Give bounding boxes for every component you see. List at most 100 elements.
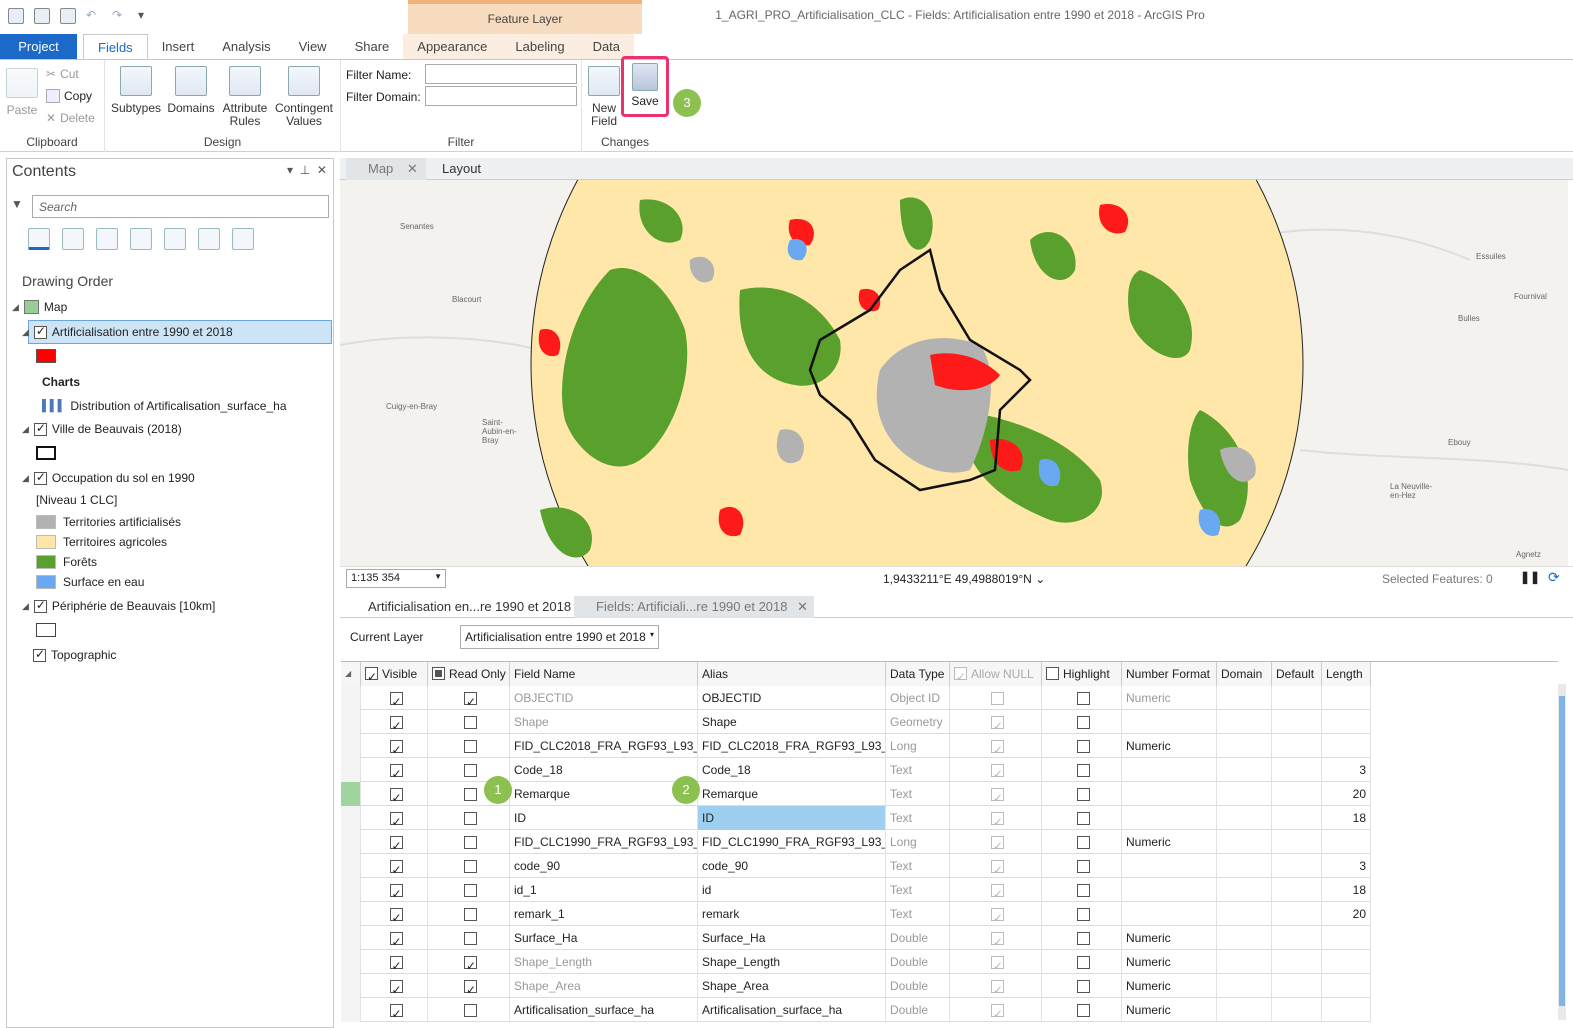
field-cell[interactable]: FID_CLC2018_FRA_RGF93_L93_Oise — [510, 734, 698, 758]
layer-visibility-checkbox[interactable] — [33, 470, 47, 485]
field-cell[interactable] — [1217, 926, 1272, 950]
field-cell[interactable] — [1217, 950, 1272, 974]
field-cell[interactable] — [950, 878, 1042, 902]
field-cell[interactable] — [1217, 806, 1272, 830]
field-cell[interactable] — [1272, 734, 1322, 758]
checkbox[interactable] — [389, 738, 403, 758]
field-cell[interactable] — [1217, 878, 1272, 902]
checkbox[interactable] — [389, 906, 403, 926]
field-cell[interactable] — [361, 686, 428, 710]
checkbox[interactable] — [389, 858, 403, 878]
field-cell[interactable] — [1217, 902, 1272, 926]
field-cell[interactable]: Shape_Length — [698, 950, 886, 974]
scrollbar-thumb[interactable] — [1559, 696, 1565, 1006]
field-cell[interactable]: Object ID — [886, 686, 950, 710]
field-cell[interactable]: code_90 — [698, 854, 886, 878]
checkbox[interactable] — [991, 692, 1004, 705]
checkbox[interactable] — [389, 834, 403, 854]
checkbox[interactable] — [1077, 1004, 1090, 1017]
field-cell[interactable] — [1042, 782, 1122, 806]
tree-layer-artificialisation[interactable]: ◢Artificialisation entre 1990 et 2018 — [22, 324, 233, 340]
field-cell[interactable]: Shape — [510, 710, 698, 734]
field-cell[interactable]: FID_CLC1990_FRA_RGF93_L93_Oise — [510, 830, 698, 854]
field-cell[interactable]: Numeric — [1122, 998, 1217, 1022]
field-cell[interactable] — [1272, 710, 1322, 734]
field-cell[interactable]: Double — [886, 926, 950, 950]
field-cell[interactable] — [950, 758, 1042, 782]
new-project-icon[interactable] — [8, 8, 24, 24]
field-cell[interactable]: Shape_Area — [510, 974, 698, 998]
field-row[interactable]: ShapeShapeGeometry — [341, 710, 1371, 734]
field-cell[interactable] — [1042, 686, 1122, 710]
field-cell[interactable]: Double — [886, 950, 950, 974]
field-row[interactable]: FID_CLC1990_FRA_RGF93_L93_OiseFID_CLC199… — [341, 830, 1371, 854]
field-cell[interactable]: Artificalisation_surface_ha — [510, 998, 698, 1022]
checkbox[interactable] — [389, 930, 403, 950]
customize-toolbar-icon[interactable]: ▾ — [138, 8, 144, 24]
field-row[interactable]: Shape_LengthShape_LengthDoubleNumeric — [341, 950, 1371, 974]
scale-dropdown[interactable]: 1:135 354 ▼ — [346, 569, 446, 588]
chart-item[interactable]: ▌▌▌ Distribution of Artificalisation_surf… — [42, 399, 287, 413]
field-cell[interactable] — [1272, 878, 1322, 902]
checkbox[interactable] — [464, 788, 477, 801]
field-cell[interactable] — [428, 830, 510, 854]
collapse-icon[interactable]: ◢ — [22, 473, 29, 484]
attribute-rules-button[interactable]: Attribute Rules — [219, 66, 271, 128]
redo-icon[interactable]: ↷ — [112, 8, 128, 24]
checkbox[interactable] — [464, 932, 477, 945]
checkbox[interactable] — [1077, 812, 1090, 825]
field-cell[interactable] — [1122, 902, 1217, 926]
field-cell[interactable] — [428, 854, 510, 878]
field-cell[interactable] — [1122, 710, 1217, 734]
field-cell[interactable]: Double — [886, 998, 950, 1022]
field-cell[interactable]: Shape — [698, 710, 886, 734]
tab-map-view[interactable]: Map ✕ — [346, 158, 426, 180]
column-header[interactable]: Number Format — [1122, 662, 1217, 686]
checkbox[interactable] — [432, 667, 445, 680]
column-header[interactable]: Length — [1322, 662, 1371, 686]
field-cell[interactable] — [1042, 854, 1122, 878]
field-row[interactable]: Shape_AreaShape_AreaDoubleNumeric — [341, 974, 1371, 998]
field-cell[interactable]: 18 — [1322, 806, 1371, 830]
copy-button[interactable]: Copy — [46, 89, 92, 103]
field-cell[interactable] — [1042, 758, 1122, 782]
field-cell[interactable]: Shape_Area — [698, 974, 886, 998]
field-cell[interactable]: Numeric — [1122, 734, 1217, 758]
field-cell[interactable]: Surface_Ha — [698, 926, 886, 950]
field-cell[interactable]: id_1 — [510, 878, 698, 902]
checkbox[interactable] — [991, 810, 1004, 830]
selection-icon[interactable] — [96, 228, 118, 250]
checkbox[interactable] — [464, 978, 477, 998]
field-cell[interactable] — [950, 686, 1042, 710]
field-cell[interactable] — [428, 950, 510, 974]
coordinates-readout[interactable]: 1,9433211°E 49,4988019°N ⌄ — [883, 572, 1045, 586]
field-cell[interactable] — [950, 854, 1042, 878]
field-cell[interactable] — [1042, 974, 1122, 998]
checkbox[interactable] — [389, 786, 403, 806]
column-header[interactable]: Visible — [361, 662, 428, 686]
field-cell[interactable]: FID_CLC2018_FRA_RGF93_L93_Oise — [698, 734, 886, 758]
column-header[interactable]: Highlight — [1042, 662, 1122, 686]
field-cell[interactable] — [1042, 926, 1122, 950]
checkbox[interactable] — [464, 764, 477, 777]
close-icon[interactable]: ✕ — [407, 161, 418, 176]
layer-visibility-checkbox[interactable] — [33, 598, 47, 613]
field-cell[interactable] — [1042, 902, 1122, 926]
field-cell[interactable] — [1272, 758, 1322, 782]
field-cell[interactable] — [950, 998, 1042, 1022]
field-cell[interactable] — [428, 878, 510, 902]
legend-item[interactable]: Surface en eau — [36, 575, 144, 589]
field-cell[interactable]: Text — [886, 782, 950, 806]
field-cell[interactable] — [1217, 974, 1272, 998]
checkbox[interactable] — [464, 690, 477, 710]
tab-layout-view[interactable]: Layout — [420, 158, 481, 180]
ville-symbol[interactable] — [36, 446, 56, 460]
field-cell[interactable]: Numeric — [1122, 830, 1217, 854]
field-cell[interactable] — [1322, 686, 1371, 710]
paste-button[interactable]: Paste — [6, 68, 38, 117]
checkbox[interactable] — [389, 1002, 403, 1022]
field-cell[interactable] — [428, 974, 510, 998]
close-icon[interactable]: ✕ — [797, 599, 808, 614]
checkbox[interactable] — [991, 786, 1004, 806]
checkbox[interactable] — [464, 1004, 477, 1017]
